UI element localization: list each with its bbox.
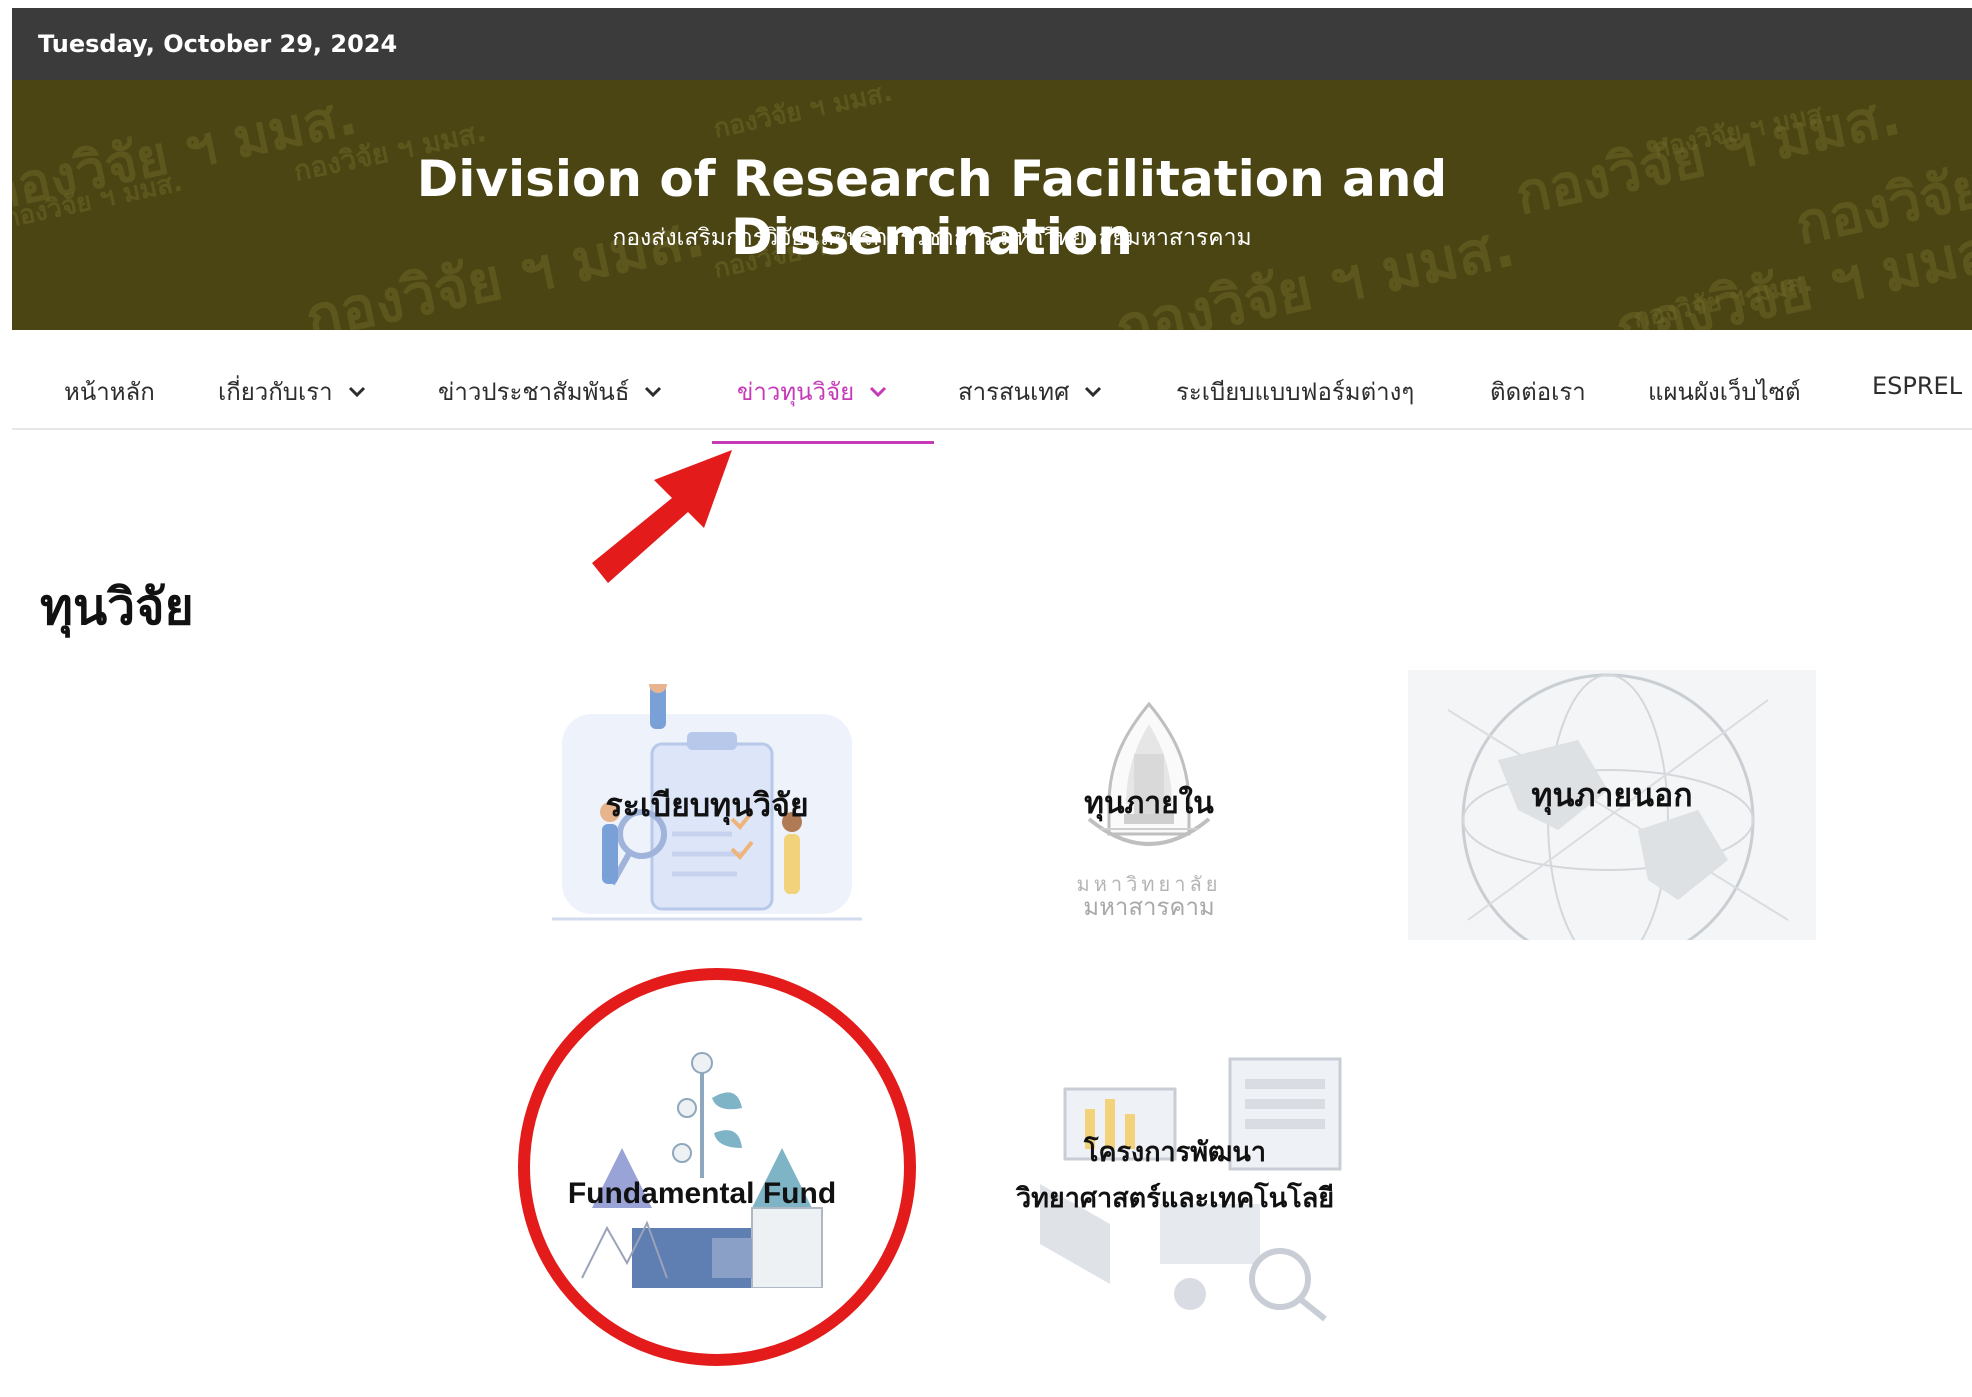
card-label: ระเบียบทุนวิจัย bbox=[605, 787, 809, 823]
nav-item-about[interactable]: เกี่ยวกับเรา bbox=[218, 372, 367, 411]
red-highlight-circle bbox=[518, 968, 916, 1366]
page: Tuesday, October 29, 2024 กองวิจัย ฯ มมส… bbox=[12, 8, 1972, 1397]
top-bar: Tuesday, October 29, 2024 bbox=[12, 8, 1972, 80]
card-science-technology-project[interactable]: โครงการพัฒนา วิทยาศาสตร์และเทคโนโลยี bbox=[980, 1054, 1370, 1324]
site-subtitle: กองส่งเสริมการวิจัยและบริการวิชาการ มหาว… bbox=[612, 225, 1252, 251]
card-label: ทุนภายนอก bbox=[1531, 777, 1693, 813]
nav-item-information[interactable]: สารสนเทศ bbox=[958, 372, 1103, 411]
active-nav-underline bbox=[712, 441, 934, 444]
nav-label: ติดต่อเรา bbox=[1490, 378, 1586, 406]
watermark: กองวิจัย ฯ มมส. bbox=[710, 80, 896, 145]
nav-label: หน้าหลัก bbox=[64, 378, 155, 406]
current-date: Tuesday, October 29, 2024 bbox=[38, 30, 398, 58]
card-caption: มหาสารคาม bbox=[1083, 894, 1215, 921]
nav-label: เกี่ยวกับเรา bbox=[218, 378, 333, 406]
card-external-funding[interactable]: ทุนภายนอก bbox=[1408, 670, 1816, 940]
nav-label: ระเบียบแบบฟอร์มต่างๆ bbox=[1176, 378, 1415, 406]
site-banner: กองวิจัย ฯ มมส. กองวิจัย ฯ มมส. กองวิจัย… bbox=[12, 80, 1972, 330]
nav-item-news[interactable]: ข่าวประชาสัมพันธ์ bbox=[438, 372, 663, 411]
nav-item-forms[interactable]: ระเบียบแบบฟอร์มต่างๆ bbox=[1176, 372, 1414, 411]
red-arrow-icon bbox=[592, 450, 732, 583]
nav-item-esprel[interactable]: ESPREL bbox=[1872, 372, 1962, 400]
main-nav: หน้าหลัก เกี่ยวกับเรา ข่าวประชาสัมพันธ์ … bbox=[12, 330, 1972, 444]
nav-item-home[interactable]: หน้าหลัก bbox=[64, 372, 155, 411]
nav-label: ข่าวทุนวิจัย bbox=[737, 378, 855, 406]
chevron-down-icon bbox=[645, 386, 662, 397]
card-label: โครงการพัฒนา bbox=[1083, 1137, 1267, 1167]
nav-label: แผนผังเว็บไซต์ bbox=[1648, 378, 1801, 406]
page-title: ทุนวิจัย bbox=[40, 578, 194, 636]
chevron-down-icon bbox=[870, 386, 887, 397]
card-internal-funding[interactable]: ทุนภายใน มหาวิทยาลัย มหาสารคาม bbox=[1054, 694, 1244, 924]
chevron-down-icon bbox=[1085, 386, 1102, 397]
nav-item-sitemap[interactable]: แผนผังเว็บไซต์ bbox=[1648, 372, 1801, 411]
card-research-regulations[interactable]: ระเบียบทุนวิจัย bbox=[542, 684, 872, 930]
nav-item-contact[interactable]: ติดต่อเรา bbox=[1490, 372, 1586, 411]
nav-label: สารสนเทศ bbox=[958, 378, 1070, 406]
nav-label: ข่าวประชาสัมพันธ์ bbox=[438, 378, 630, 406]
nav-item-research-funding-news[interactable]: ข่าวทุนวิจัย bbox=[737, 372, 888, 411]
nav-label: ESPREL bbox=[1872, 372, 1963, 400]
card-label: วิทยาศาสตร์และเทคโนโลยี bbox=[1015, 1183, 1335, 1213]
chevron-down-icon bbox=[348, 386, 365, 397]
card-label: ทุนภายใน bbox=[1084, 787, 1214, 820]
